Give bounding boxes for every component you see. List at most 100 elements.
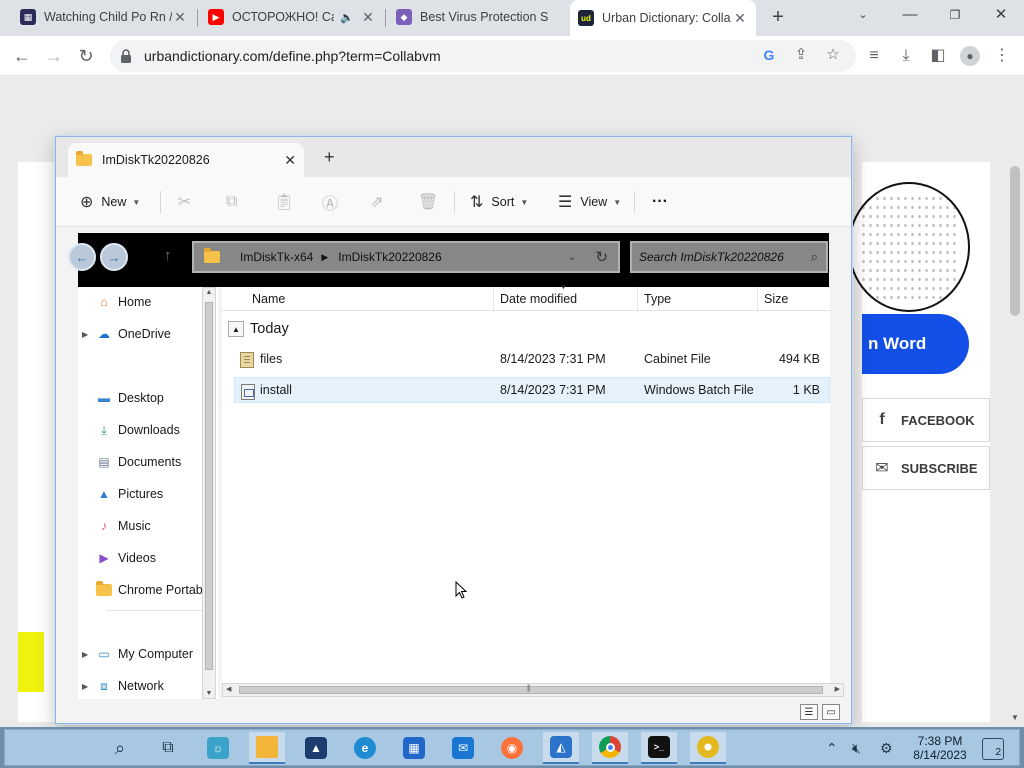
up-arrow-icon[interactable]: ↑ <box>164 247 172 264</box>
restore-button[interactable]: ❐ <box>940 4 970 28</box>
back-arrow-icon[interactable]: ← <box>68 243 96 271</box>
page-scroll-thumb[interactable] <box>1010 166 1020 316</box>
rename-button[interactable]: Ⓐ <box>322 190 346 214</box>
search-icon[interactable]: ⌕ <box>102 732 138 764</box>
browser-tab-4-active[interactable]: ud Urban Dictionary: Colla ✕ <box>570 0 756 36</box>
scroll-down-arrow-icon[interactable]: ▼ <box>203 690 215 697</box>
paste-button[interactable]: 📋︎ <box>274 190 302 214</box>
group-header-today[interactable]: ▲ Today <box>228 321 289 337</box>
mail-icon[interactable]: ✉ <box>445 732 481 764</box>
chrome-icon[interactable] <box>592 732 628 764</box>
column-header-size[interactable]: Size <box>758 287 830 311</box>
file-row[interactable]: install 8/14/2023 7:31 PM Windows Batch … <box>234 377 830 403</box>
new-button[interactable]: ⊕ New ▼ <box>80 190 140 214</box>
notification-center-icon[interactable]: 2 <box>982 738 1004 760</box>
nav-item-pictures[interactable]: ▲ Pictures📌︎ <box>78 482 218 506</box>
new-tab-button[interactable]: + <box>324 147 335 168</box>
file-list-horizontal-scrollbar[interactable]: ◀ ||| ▶ <box>222 683 844 697</box>
scroll-left-arrow-icon[interactable]: ◀ <box>226 685 231 693</box>
nav-item-desktop[interactable]: ▬ Desktop📌︎ <box>78 386 218 410</box>
view-button[interactable]: ☰ View ▼ <box>558 190 621 214</box>
nav-item-music[interactable]: ♪ Music📌︎ <box>78 514 218 538</box>
back-arrow-icon[interactable]: ← <box>10 44 34 68</box>
facebook-button[interactable]: f FACEBOOK <box>862 398 990 442</box>
show-hidden-icons-icon[interactable]: ⌃ <box>826 740 838 757</box>
delete-button[interactable]: 🗑︎ <box>418 190 446 214</box>
tiles-view-icon[interactable]: ▭ <box>822 704 840 720</box>
disc-image-icon[interactable] <box>690 732 726 764</box>
word-button[interactable]: n Word <box>862 314 969 374</box>
chrome-menu-icon[interactable]: ⋮ <box>990 44 1014 68</box>
scroll-up-arrow-icon[interactable]: ▲ <box>203 289 215 296</box>
collapse-group-icon[interactable]: ▲ <box>228 321 244 337</box>
expand-arrow-icon[interactable]: ▶ <box>82 650 96 659</box>
browser-tab-3[interactable]: ◆ Best Virus Protection S <box>388 0 568 34</box>
column-header-name[interactable]: Name <box>246 287 494 311</box>
subscribe-button[interactable]: ✉ SUBSCRIBE <box>862 446 990 490</box>
nav-item-documents[interactable]: ▤ Documents📌︎ <box>78 450 218 474</box>
breadcrumb-bar[interactable]: ImDiskTk-x64 ▶ ImDiskTk20220826 ⌄ ↻ <box>192 241 620 273</box>
forward-arrow-icon[interactable]: → <box>42 44 66 68</box>
minimize-button[interactable]: — <box>895 4 925 28</box>
nav-pane-scrollbar[interactable]: ▲ ▼ <box>202 287 216 699</box>
more-options-button[interactable]: ··· <box>652 190 668 214</box>
side-panel-icon[interactable]: ◧ <box>926 44 950 68</box>
command-prompt-icon[interactable]: >_ <box>641 732 677 764</box>
file-row[interactable]: files 8/14/2023 7:31 PM Cabinet File 494… <box>234 346 830 372</box>
nav-item-videos[interactable]: ▶ Videos📌︎ <box>78 546 218 570</box>
volume-muted-icon[interactable]: 🔇︎ <box>852 740 861 757</box>
tab-search-icon[interactable]: ⌄ <box>848 4 878 28</box>
reload-icon[interactable]: ↻ <box>74 44 98 68</box>
browser-tab-2[interactable]: ▶ ОСТОРОЖНО! Ca 🔈 ✕ <box>200 0 384 34</box>
share-button[interactable]: ⇗ <box>370 190 391 214</box>
microsoft-store-icon[interactable]: ▦ <box>396 732 432 764</box>
audio-playing-icon[interactable]: 🔈 <box>340 11 354 24</box>
forward-arrow-icon[interactable]: → <box>100 243 128 271</box>
search-input[interactable]: Search ImDiskTk20220826 ⌕ <box>630 241 828 273</box>
new-tab-button[interactable]: + <box>766 6 790 30</box>
download-icon[interactable]: ⤓ <box>894 44 918 68</box>
close-tab-icon[interactable]: ✕ <box>360 9 376 26</box>
paint-icon[interactable]: ◭ <box>543 732 579 764</box>
explorer-tab[interactable]: ImDiskTk20220826 ✕ <box>68 143 304 177</box>
settings-gear-icon[interactable]: ⚙ <box>880 740 893 757</box>
browser-tab-1[interactable]: ▦ Watching Child Po Rn / ✕ <box>12 0 196 34</box>
details-view-icon[interactable]: ☰ <box>800 704 818 720</box>
nav-item-home[interactable]: ⌂ Home <box>78 290 218 314</box>
scroll-right-arrow-icon[interactable]: ▶ <box>835 685 840 693</box>
share-icon[interactable]: ⇪ <box>790 44 812 66</box>
close-window-button[interactable]: ✕ <box>986 4 1016 28</box>
task-view-icon[interactable]: ⧉ <box>150 732 186 764</box>
nav-item-onedrive[interactable]: ▶ ☁ OneDrive <box>78 322 218 346</box>
breadcrumb-segment[interactable]: ImDiskTk-x64 <box>240 250 313 264</box>
breadcrumb-segment[interactable]: ImDiskTk20220826 <box>338 250 441 264</box>
photos-icon[interactable]: ▲ <box>298 732 334 764</box>
google-translate-icon[interactable]: G <box>758 44 780 66</box>
edge-browser-icon[interactable]: e <box>347 732 383 764</box>
close-tab-icon[interactable]: ✕ <box>172 9 188 26</box>
refresh-icon[interactable]: ↻ <box>595 248 608 266</box>
cut-button[interactable]: ✂ <box>178 190 199 214</box>
widgets-icon[interactable]: ☼ <box>200 732 236 764</box>
sort-button[interactable]: ⇅ Sort ▼ <box>470 190 528 214</box>
file-explorer-taskbar-icon[interactable] <box>249 732 285 764</box>
expand-arrow-icon[interactable]: ▶ <box>82 682 96 691</box>
breadcrumb-chevron-icon[interactable]: ▶ <box>321 252 328 263</box>
close-tab-icon[interactable]: ✕ <box>732 10 748 27</box>
page-scrollbar[interactable]: ▼ <box>1008 162 1022 722</box>
chevron-down-icon[interactable]: ⌄ <box>568 252 576 263</box>
address-bar[interactable]: urbandictionary.com/define.php?term=Coll… <box>110 40 856 72</box>
expand-arrow-icon[interactable]: ▶ <box>82 330 96 339</box>
media-control-icon[interactable]: ≡ <box>862 44 886 68</box>
nav-item-downloads[interactable]: ⤓ Downloads📌︎ <box>78 418 218 442</box>
nav-item-network[interactable]: ▶ ⧈ Network <box>78 674 218 698</box>
nav-item-my-computer[interactable]: ▶ ▭ My Computer <box>78 642 218 666</box>
taskbar-clock[interactable]: 7:38 PM 8/14/2023 <box>908 734 972 762</box>
profile-avatar-icon[interactable]: ● <box>958 44 982 68</box>
column-header-type[interactable]: Type <box>638 287 758 311</box>
nav-scroll-thumb[interactable] <box>205 302 213 670</box>
nav-item-chrome-portable[interactable]: Chrome Portabl <box>78 578 218 602</box>
firefox-icon[interactable]: ◉ <box>494 732 530 764</box>
scroll-down-arrow-icon[interactable]: ▼ <box>1008 713 1022 722</box>
close-tab-icon[interactable]: ✕ <box>284 152 296 169</box>
